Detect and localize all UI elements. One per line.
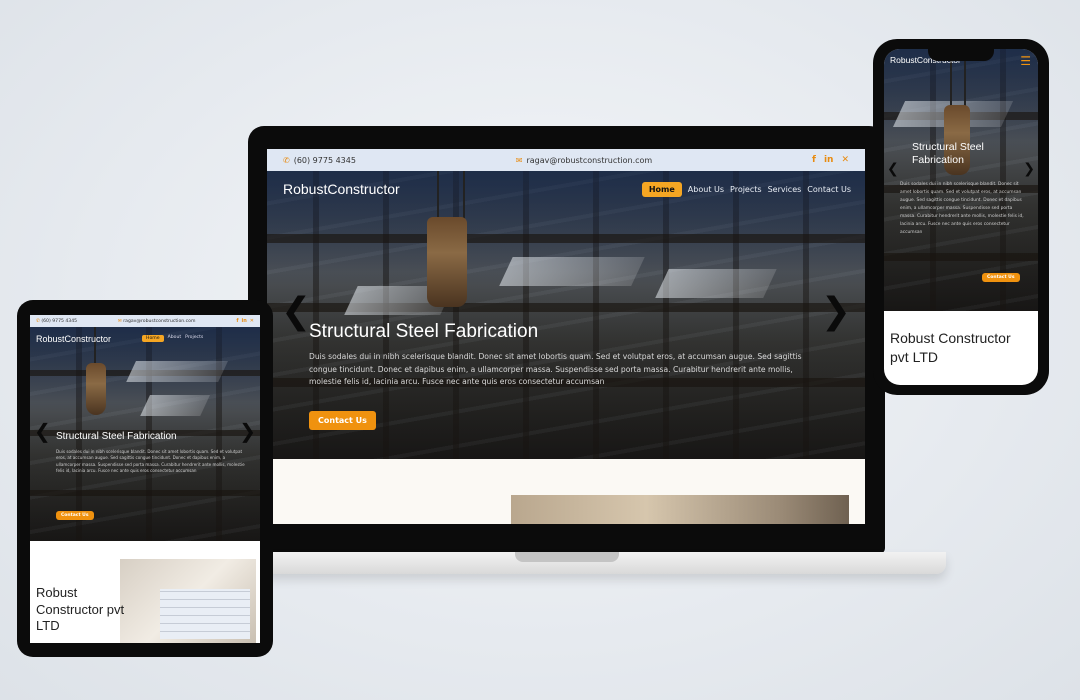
email-address: ragav@robustconstruction.com	[526, 155, 653, 165]
about-image	[120, 559, 256, 643]
linkedin-icon[interactable]: in	[824, 155, 834, 165]
phone-screen: RobustConstructor ☰ ❮ ❯ Structural Steel…	[884, 49, 1038, 385]
hero-title: Structural Steel Fabrication	[56, 431, 177, 442]
laptop-device: ✆ (60) 9775 4345 ✉ ragav@robustconstructio…	[248, 126, 885, 554]
nav-about[interactable]: About Us	[688, 185, 724, 194]
laptop-screen: ✆ (60) 9775 4345 ✉ ragav@robustconstructio…	[267, 149, 865, 524]
chevron-right-icon[interactable]: ❯	[239, 419, 256, 443]
about-section: Robust Constructor pvt LTD	[30, 541, 260, 643]
hamburger-menu-icon[interactable]: ☰	[1020, 54, 1031, 68]
nav-projects[interactable]: Projects	[185, 335, 203, 342]
tablet-device: ✆ (60) 9775 4345 ✉ ragav@robustconstruct…	[17, 300, 273, 657]
hero-description: Duis sodales dui in nibh scelerisque bla…	[309, 352, 802, 386]
chevron-right-icon[interactable]: ❯	[821, 291, 851, 332]
phone-notch	[928, 49, 994, 61]
mail-icon: ✉	[515, 155, 523, 165]
hero-title: Structural Steel Fabrication	[309, 321, 539, 342]
email-address: ragav@robustconstruction.com	[123, 318, 196, 324]
close-icon[interactable]: ✕	[250, 318, 254, 324]
chevron-right-icon[interactable]: ❯	[1023, 161, 1035, 177]
brand-logo[interactable]: RobustConstructor	[36, 334, 111, 344]
nav-home[interactable]: Home	[641, 181, 682, 197]
contact-us-button[interactable]: Contact Us	[56, 511, 94, 520]
phone-device: RobustConstructor ☰ ❮ ❯ Structural Steel…	[873, 39, 1049, 395]
phone-icon: ✆	[283, 155, 290, 165]
contact-topbar: ✆ (60) 9775 4345 ✉ ragav@robustconstructio…	[267, 149, 865, 171]
nav-menu: Home About Us Projects Services Contact …	[641, 181, 851, 197]
phone-number: (60) 9775 4345	[293, 155, 356, 165]
brand-logo[interactable]: RobustConstructor	[283, 181, 400, 197]
chevron-left-icon[interactable]: ❮	[34, 419, 51, 443]
about-image	[511, 495, 849, 524]
chevron-left-icon[interactable]: ❮	[281, 291, 311, 332]
close-icon[interactable]: ✕	[841, 155, 849, 165]
nav-about[interactable]: About	[168, 335, 182, 342]
nav-contact[interactable]: Contact Us	[807, 185, 851, 194]
hero-background-image	[884, 49, 1038, 311]
hero-description: Duis sodales dui in nibh scelerisque bla…	[56, 449, 245, 473]
laptop-trackpad-notch	[515, 552, 619, 562]
phone-number: (60) 9775 4345	[41, 318, 78, 324]
facebook-icon[interactable]: f	[236, 318, 238, 324]
phone-icon: ✆	[36, 318, 40, 324]
linkedin-icon[interactable]: in	[242, 318, 247, 324]
about-title: Robust Constructor pvt LTD	[890, 330, 1011, 365]
nav-projects[interactable]: Projects	[730, 185, 762, 194]
about-title: Robust Constructor pvt LTD	[36, 585, 125, 633]
main-nav: RobustConstructor Home About Us Projects…	[283, 181, 851, 197]
mail-icon: ✉	[117, 318, 122, 324]
nav-home[interactable]: Home	[142, 335, 164, 342]
hero-section: RobustConstructor Home About Us Projects…	[267, 171, 865, 459]
nav-services[interactable]: Services	[768, 185, 802, 194]
phone-contact[interactable]: ✆ (60) 9775 4345	[283, 156, 356, 165]
chevron-left-icon[interactable]: ❮	[887, 161, 899, 177]
nav-menu: Home About Projects	[142, 335, 203, 342]
tablet-screen: ✆ (60) 9775 4345 ✉ ragav@robustconstruct…	[30, 315, 260, 643]
email-contact[interactable]: ✉ ragav@robustconstruction.com	[118, 319, 196, 324]
phone-contact[interactable]: ✆ (60) 9775 4345	[36, 319, 77, 324]
hero-section: RobustConstructor Home About Projects ❮ …	[30, 327, 260, 541]
contact-topbar: ✆ (60) 9775 4345 ✉ ragav@robustconstruct…	[30, 315, 260, 327]
contact-us-button[interactable]: Contact Us	[309, 411, 376, 430]
contact-us-button[interactable]: Contact Us	[982, 273, 1020, 282]
facebook-icon[interactable]: f	[812, 155, 816, 165]
email-contact[interactable]: ✉ ragav@robustconstruction.com	[516, 156, 652, 165]
hero-description: Duis sodales dui in nibh scelerisque bla…	[900, 182, 1024, 235]
hero-title: Structural Steel Fabrication	[912, 141, 984, 166]
social-links: f in ✕	[812, 155, 849, 165]
hero-section: RobustConstructor ☰ ❮ ❯ Structural Steel…	[884, 49, 1038, 311]
social-links: f in ✕	[236, 318, 254, 324]
